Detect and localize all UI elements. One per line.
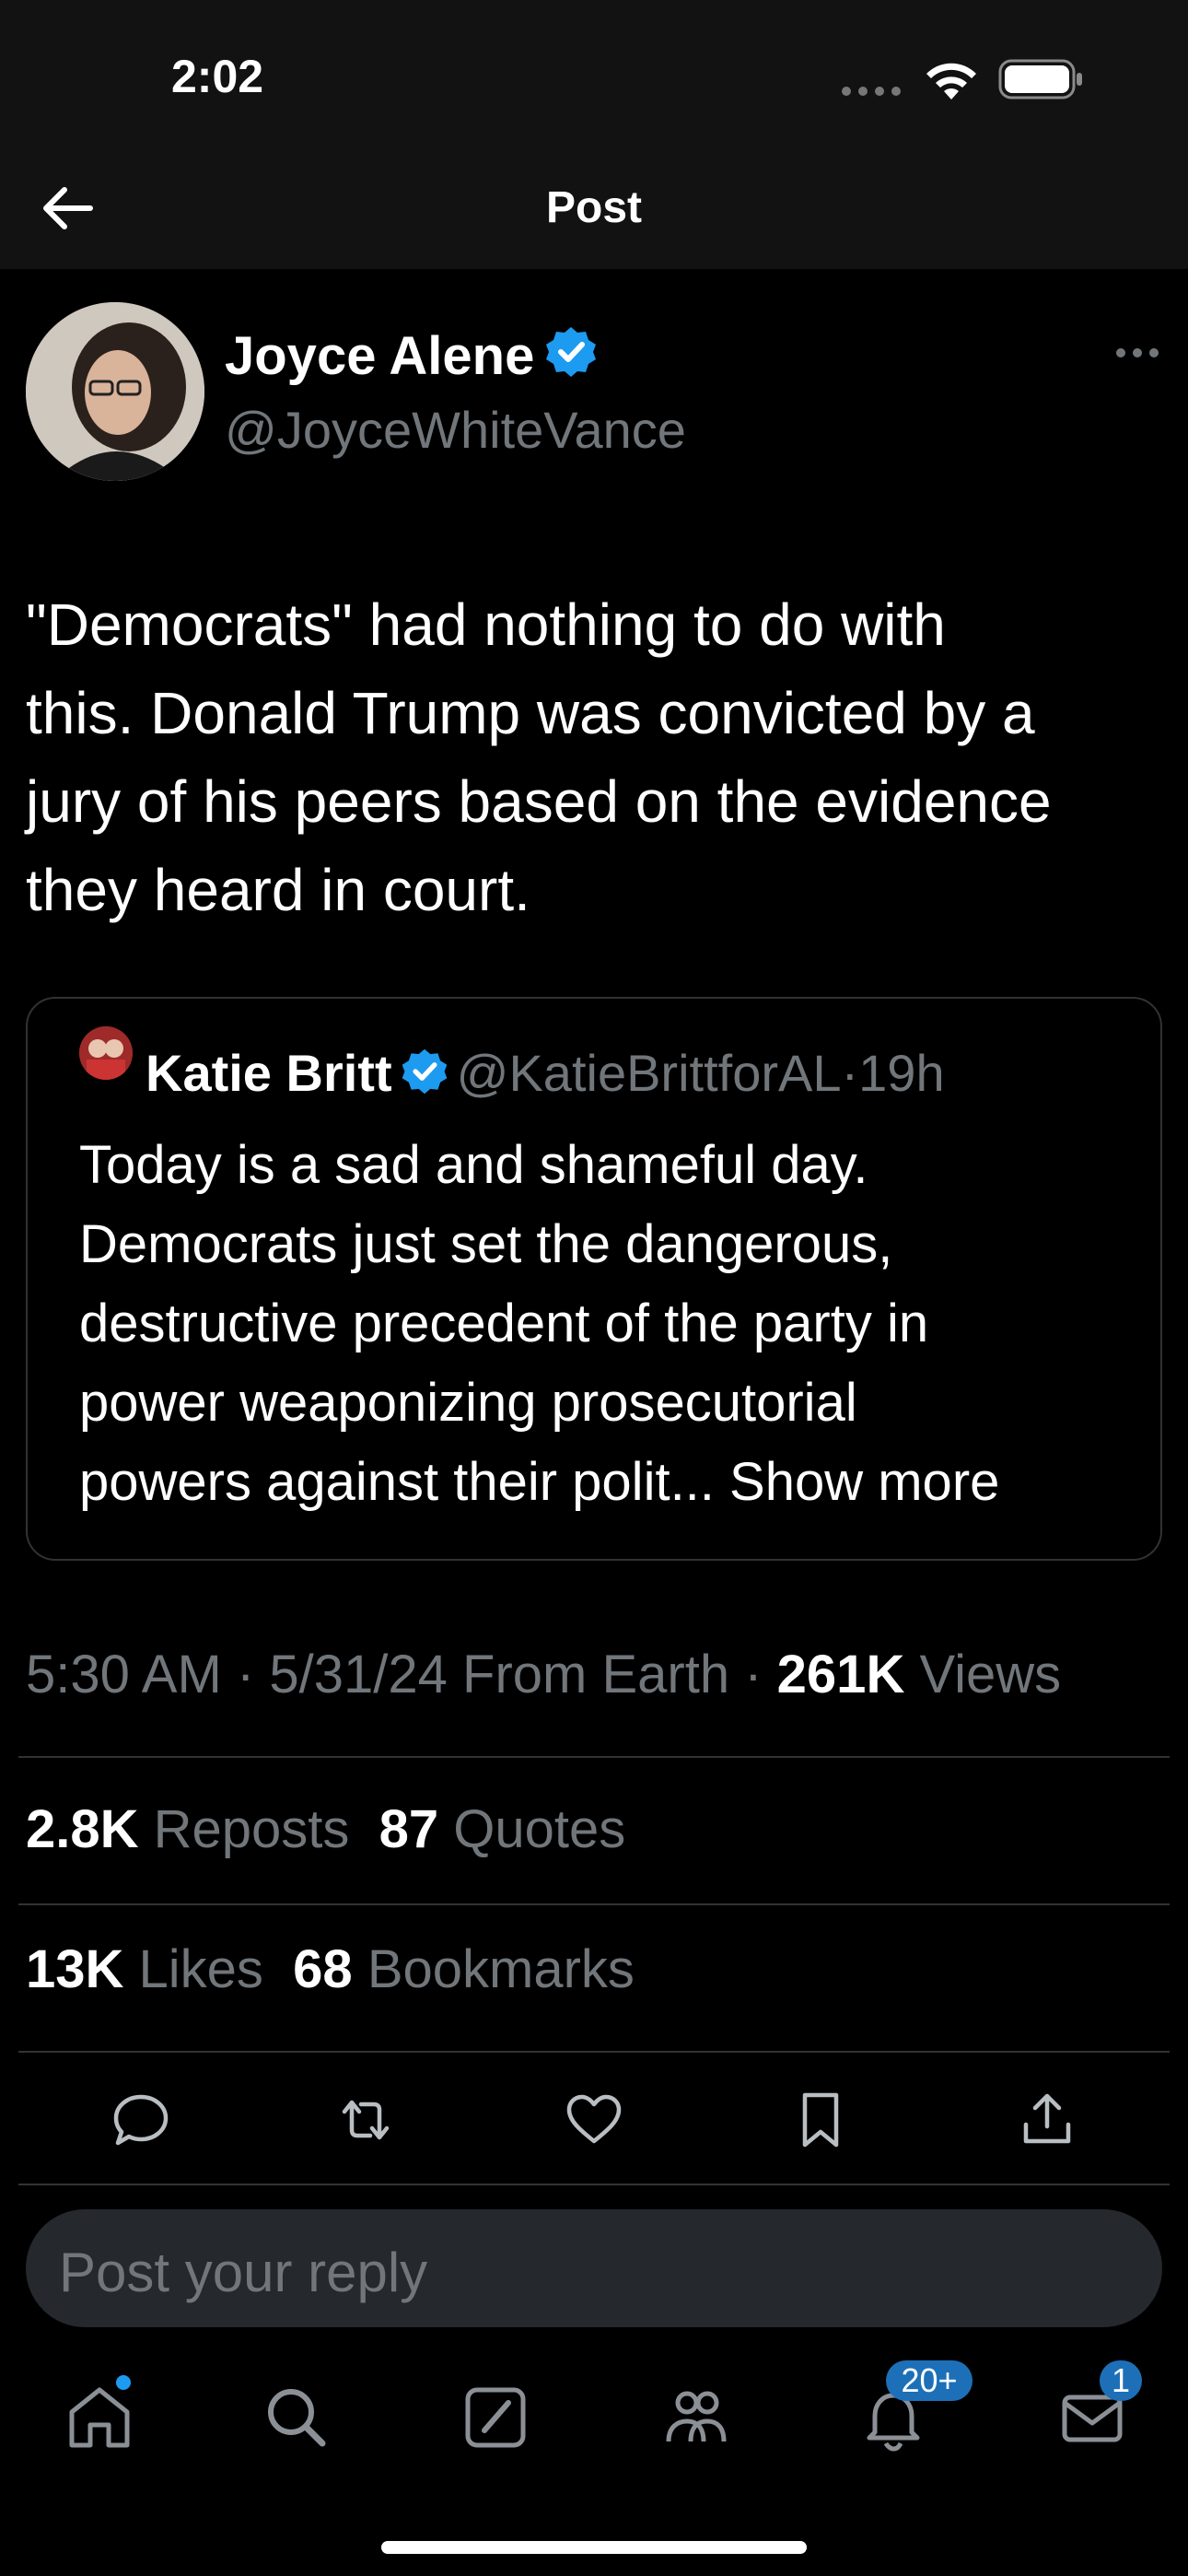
post-time: 5:30 AM (26, 1645, 222, 1704)
separator-dot: · (841, 1044, 859, 1102)
top-bar: 2:02 Post (0, 0, 1188, 269)
author-handle[interactable]: @JoyceWhiteVance (225, 400, 686, 460)
compose-icon[interactable] (459, 2381, 532, 2454)
verified-badge-icon (546, 327, 597, 377)
divider (18, 1903, 1170, 1905)
quote-timestamp: 19h (858, 1044, 945, 1102)
battery-icon (998, 59, 1082, 100)
quotes-label: Quotes (453, 1799, 626, 1859)
post-text-line: jury of his peers based on the evidence (26, 768, 1052, 835)
separator-dot: · (236, 1645, 255, 1704)
quote-text-line: powers against their polit... Show more (79, 1443, 1147, 1522)
author-name[interactable]: Joyce Alene (225, 326, 534, 386)
quote-text-truncated: powers against their polit... (79, 1452, 715, 1512)
bookmarks-count: 68 (293, 1939, 353, 1999)
quoted-post-card[interactable]: Katie Britt @KatieBrittforAL·19h Today i… (26, 997, 1162, 1561)
quote-author-avatar (79, 1026, 133, 1080)
likes-count: 13K (26, 1939, 124, 1999)
quote-header: Katie Britt @KatieBrittforAL·19h (146, 1043, 945, 1103)
post-text-line: this. Donald Trump was convicted by a (26, 680, 1035, 746)
quote-text-line: Democrats just set the dangerous, (79, 1214, 893, 1274)
post-meta: 5:30 AM · 5/31/24 From Earth · 261K View… (26, 1644, 1061, 1705)
quote-text: Today is a sad and shameful day. Democra… (79, 1126, 1147, 1522)
bookmarks-label: Bookmarks (367, 1939, 635, 1999)
post-text-line: they heard in court. (26, 857, 530, 923)
more-options-icon[interactable] (1116, 339, 1162, 367)
repost-quote-stats: 2.8K Reposts 87 Quotes (26, 1798, 625, 1860)
home-icon[interactable] (63, 2381, 136, 2454)
author-name-row[interactable]: Joyce Alene (225, 324, 599, 387)
bookmark-icon[interactable] (788, 2088, 853, 2152)
avatar-photo (26, 302, 204, 481)
page-title: Post (545, 183, 642, 232)
views-label: Views (919, 1645, 1062, 1704)
notifications-badge: 20+ (886, 2360, 973, 2401)
reply-placeholder: Post your reply (59, 2242, 428, 2303)
divider (18, 1756, 1170, 1758)
likes-stat[interactable]: 13K Likes (26, 1939, 263, 1999)
quote-text-line: destructive precedent of the party in (79, 1294, 929, 1353)
likes-label: Likes (138, 1939, 263, 1999)
home-indicator (381, 2541, 807, 2554)
messages-badge: 1 (1100, 2360, 1142, 2401)
like-heart-icon[interactable] (562, 2088, 626, 2152)
reply-icon[interactable] (109, 2088, 173, 2152)
verified-badge-icon (402, 1048, 447, 1095)
separator-dot: · (744, 1645, 763, 1704)
post-actions (0, 2088, 1188, 2161)
quote-author-name: Katie Britt (146, 1044, 392, 1102)
share-icon[interactable] (1015, 2088, 1079, 2152)
show-more-link[interactable]: Show more (729, 1452, 999, 1512)
status-time: 2:02 (171, 51, 264, 102)
reply-input[interactable]: Post your reply (26, 2209, 1162, 2327)
quote-text-line: Today is a sad and shameful day. (79, 1135, 868, 1195)
quotes-stat[interactable]: 87 Quotes (379, 1799, 626, 1859)
views-count: 261K (776, 1645, 905, 1704)
bookmarks-stat[interactable]: 68 Bookmarks (293, 1939, 635, 1999)
search-icon[interactable] (260, 2381, 333, 2454)
post-date: 5/31/24 (269, 1645, 448, 1704)
quote-text-line: power weaponizing prosecutorial (79, 1373, 857, 1433)
cellular-signal-icon (842, 87, 901, 96)
divider (18, 2184, 1170, 2185)
author-avatar[interactable] (26, 302, 204, 481)
like-bookmark-stats: 13K Likes 68 Bookmarks (26, 1938, 635, 2000)
post-source: From Earth (462, 1645, 730, 1704)
reposts-stat[interactable]: 2.8K Reposts (26, 1799, 349, 1859)
quotes-count: 87 (379, 1799, 439, 1859)
quote-author-handle: @KatieBrittforAL (456, 1044, 842, 1102)
wifi-icon (926, 63, 976, 100)
home-unread-dot (116, 2375, 131, 2390)
repost-icon[interactable] (333, 2088, 398, 2152)
divider (18, 2051, 1170, 2053)
reposts-label: Reposts (153, 1799, 350, 1859)
communities-icon[interactable] (659, 2381, 733, 2454)
reposts-count: 2.8K (26, 1799, 139, 1859)
post-text-line: "Democrats" had nothing to do with (26, 591, 946, 658)
post-text: "Democrats" had nothing to do with this.… (26, 580, 1168, 934)
